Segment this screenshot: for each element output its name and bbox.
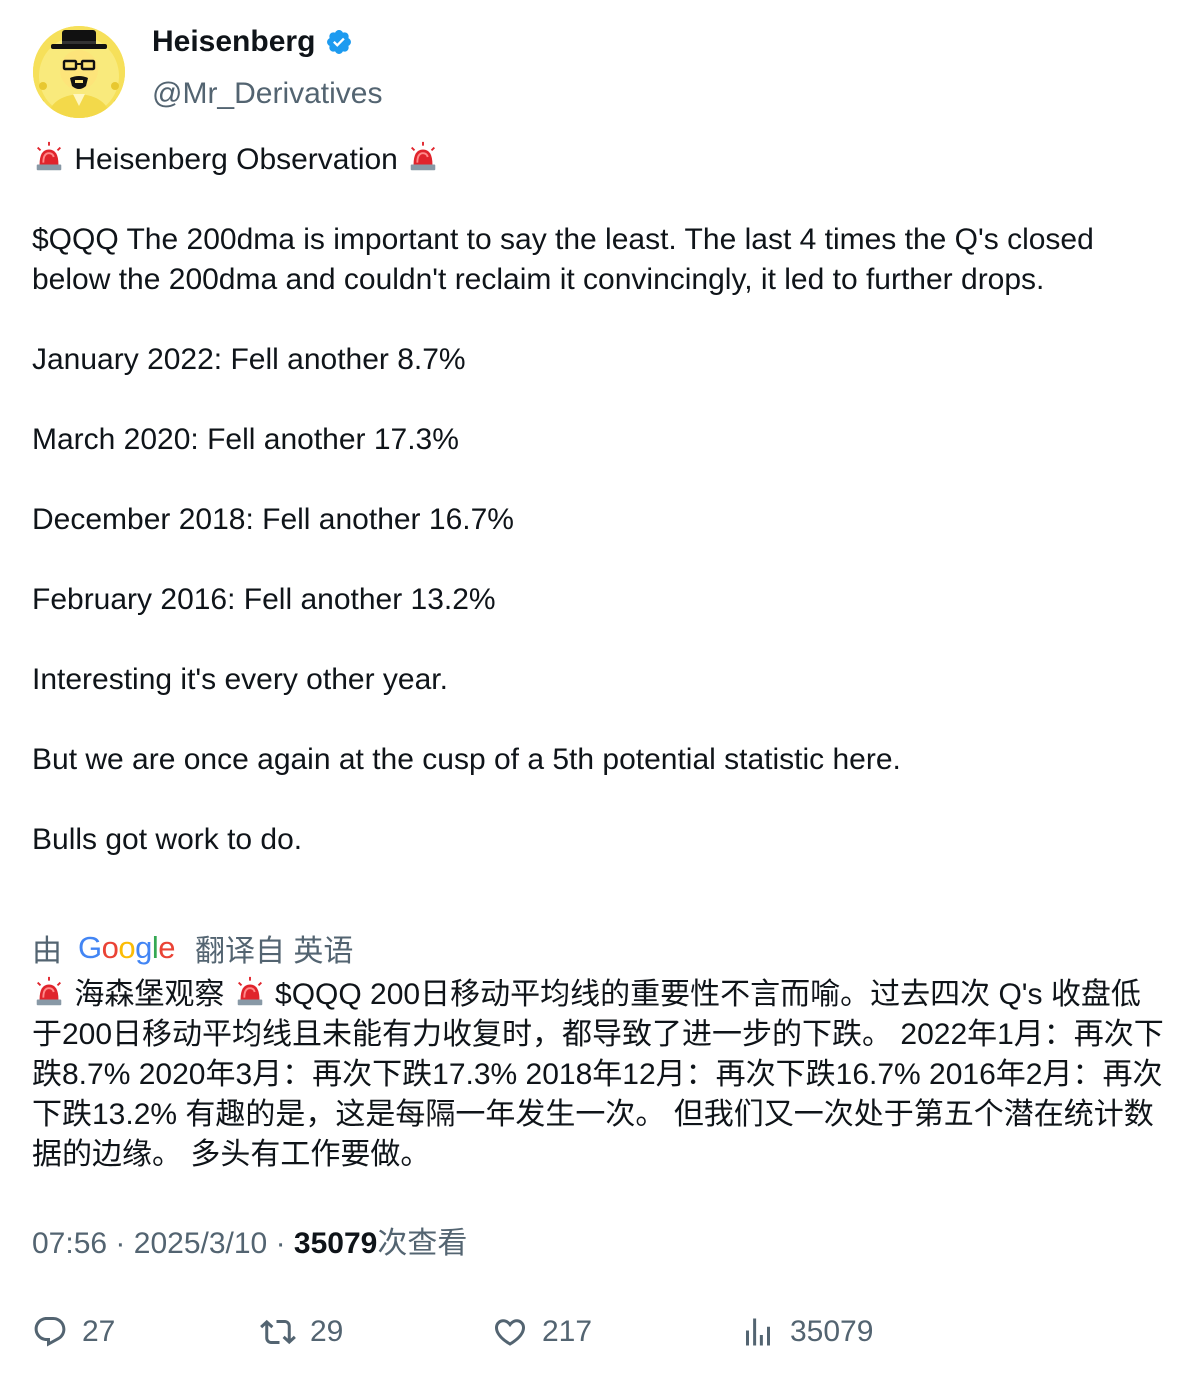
reply-icon	[34, 1317, 66, 1347]
google-logo-icon: Google	[78, 930, 176, 965]
like-button[interactable]: 217	[492, 1308, 592, 1356]
author-handle[interactable]: @Mr_Derivatives	[152, 78, 383, 110]
retweet-button[interactable]: 29	[260, 1308, 343, 1356]
author-names: Heisenberg @Mr_Derivatives	[152, 26, 383, 110]
tweet-heading: Heisenberg Observation	[74, 143, 398, 176]
tweet-header: Heisenberg @Mr_Derivatives	[33, 26, 1163, 120]
meta-separator: ·	[115, 1227, 126, 1260]
tweet-line-cusp: But we are once again at the cusp of a 5…	[32, 743, 901, 776]
meta-separator: ·	[275, 1227, 286, 1260]
tweet-meta: 07:56 · 2025/3/10 · 35079次查看	[32, 1224, 467, 1264]
translated-by-label: 由	[32, 935, 62, 968]
tweet-paragraph: $QQQ The 200dma is important to say the …	[32, 223, 1094, 296]
translated-heading: 海森堡观察	[74, 978, 225, 1011]
reply-count: 27	[82, 1315, 116, 1348]
views-button[interactable]: 35079	[740, 1308, 873, 1356]
analytics-bars-icon	[746, 1318, 770, 1346]
heart-icon	[494, 1319, 526, 1346]
views-label: 次查看	[377, 1227, 468, 1260]
like-count: 217	[542, 1315, 593, 1348]
retweet-icon	[260, 1319, 296, 1345]
tweet-line-interesting: Interesting it's every other year.	[32, 663, 448, 696]
retweet-count: 29	[310, 1315, 344, 1348]
tweet-line-february: February 2016: Fell another 13.2%	[32, 583, 496, 616]
display-name[interactable]: Heisenberg	[152, 26, 315, 58]
tweet-heading-line: Heisenberg Observation	[32, 140, 1162, 180]
translation-attribution[interactable]: 由 Google 翻译自 英语	[32, 928, 353, 968]
tweet-line-march: March 2020: Fell another 17.3%	[32, 423, 459, 456]
tweet-line-january: January 2022: Fell another 8.7%	[32, 343, 466, 376]
rotating-light-icon	[237, 976, 262, 1006]
tweet-text: Heisenberg Observation $QQQ The 200dma i…	[32, 140, 1162, 860]
tweet-line-bulls: Bulls got work to do.	[32, 823, 303, 856]
rotating-light-icon	[36, 141, 62, 171]
rotating-light-icon	[410, 141, 436, 171]
tweet-time[interactable]: 07:56	[32, 1227, 107, 1260]
translated-from-label: 翻译自 英语	[195, 935, 354, 968]
reply-button[interactable]: 27	[32, 1308, 115, 1356]
avatar-illustration	[33, 26, 125, 118]
display-name-row: Heisenberg	[152, 26, 383, 58]
translated-text: 海森堡观察 $QQQ 200日移动平均线的重要性不言而喻。过去四次 Q's 收盘…	[32, 975, 1166, 1175]
action-bar: 27 29 217 35079	[32, 1308, 1162, 1356]
tweet-line-december: December 2018: Fell another 16.7%	[32, 503, 514, 536]
heisenberg-avatar-icon[interactable]	[33, 26, 125, 118]
tweet-date[interactable]: 2025/3/10	[134, 1227, 267, 1260]
rotating-light-icon	[36, 976, 62, 1006]
verified-badge-icon[interactable]	[325, 28, 353, 56]
views-count: 35079	[293, 1227, 378, 1260]
views-action-count: 35079	[790, 1315, 874, 1348]
